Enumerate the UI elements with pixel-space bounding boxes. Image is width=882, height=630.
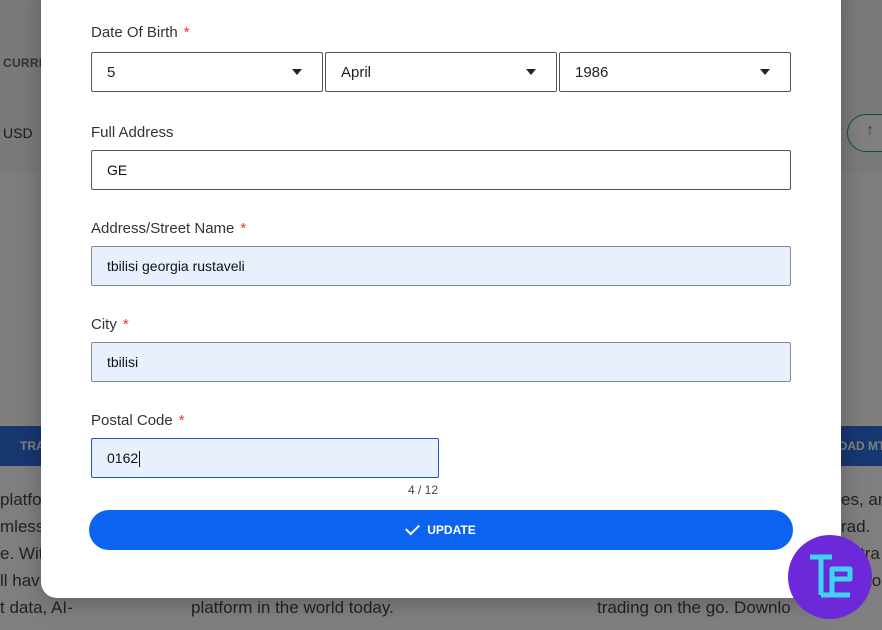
caret-down-icon: [292, 69, 302, 75]
caret-down-icon: [760, 69, 770, 75]
city-label-text: City: [91, 316, 117, 333]
postal-code-value: 0162: [107, 450, 139, 466]
required-mark: *: [183, 24, 190, 41]
text-cursor: [139, 451, 141, 468]
dob-month-value: April: [341, 64, 372, 81]
tc-logo: [788, 535, 872, 619]
update-button-label: UPDATE: [427, 523, 476, 537]
full-address-label-text: Full Address: [91, 124, 174, 141]
street-value: tbilisi georgia rustaveli: [107, 258, 245, 274]
dob-year-select[interactable]: 1986: [559, 52, 791, 92]
dob-month-select[interactable]: April: [325, 52, 557, 92]
dob-year-value: 1986: [575, 64, 609, 81]
profile-edit-modal: Date Of Birth * 5 April 1986 Full Address…: [41, 0, 841, 598]
city-input[interactable]: tbilisi: [91, 342, 791, 382]
dob-label: Date Of Birth *: [91, 24, 190, 41]
required-mark: *: [240, 220, 247, 237]
required-mark: *: [122, 316, 129, 333]
postal-code-label: Postal Code *: [91, 412, 185, 429]
caret-down-icon: [526, 69, 536, 75]
postal-code-input[interactable]: 0162: [91, 438, 439, 478]
dob-label-text: Date Of Birth: [91, 24, 178, 41]
street-input[interactable]: tbilisi georgia rustaveli: [91, 246, 791, 286]
street-label-text: Address/Street Name: [91, 220, 235, 237]
update-button[interactable]: UPDATE: [89, 510, 793, 550]
street-label: Address/Street Name *: [91, 220, 246, 237]
postal-code-counter: 4 / 12: [408, 483, 439, 497]
full-address-value: GE: [107, 162, 128, 178]
tc-logo-icon: [810, 554, 853, 598]
postal-code-label-text: Postal Code: [91, 412, 173, 429]
full-address-input[interactable]: GE: [91, 150, 791, 190]
dob-day-select[interactable]: 5: [91, 52, 323, 92]
required-mark: *: [178, 412, 185, 429]
dob-day-value: 5: [107, 64, 116, 81]
full-address-label: Full Address: [91, 124, 174, 141]
city-label: City *: [91, 316, 129, 333]
city-value: tbilisi: [107, 354, 139, 370]
check-icon: [405, 520, 421, 536]
